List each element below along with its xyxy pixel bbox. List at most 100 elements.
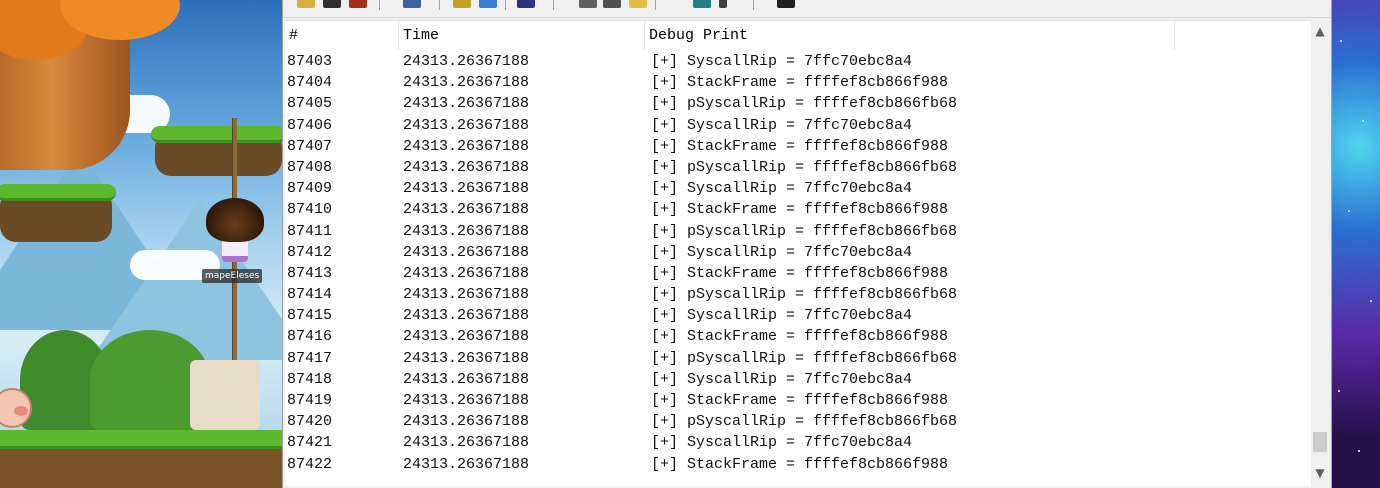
row-time: 24313.26367188 xyxy=(403,116,530,134)
scrollbar-thumb[interactable] xyxy=(1313,432,1327,452)
history-icon[interactable] xyxy=(693,0,711,8)
scroll-icon[interactable] xyxy=(719,0,727,8)
find-icon[interactable] xyxy=(403,0,421,8)
player-name-tag: mapeEleses xyxy=(202,269,263,283)
row-time: 24313.26367188 xyxy=(403,137,530,155)
row-debug-print: [+] pSyscallRip = ffffef8cb866fb68 xyxy=(651,222,958,240)
column-header-debug-print[interactable]: Debug Print xyxy=(645,21,1175,50)
star xyxy=(1340,40,1342,42)
column-header-number[interactable]: # xyxy=(285,21,399,50)
list-item[interactable]: 87418 24313.26367188 [+] SyscallRip = 7ffc… xyxy=(285,369,1311,390)
filter-icon[interactable] xyxy=(453,0,471,8)
row-debug-print: [+] StackFrame = ffffef8cb866f988 xyxy=(651,137,949,155)
toolbar-separator xyxy=(655,0,656,10)
debug-view-window: # Time Debug Print 87403 24313.26367188 [+… xyxy=(282,0,1332,488)
list-item[interactable]: 87415 24313.26367188 [+] SyscallRip = 7ffc… xyxy=(285,305,1311,326)
list-item[interactable]: 87416 24313.26367188 [+] StackFrame = ffff… xyxy=(285,326,1311,347)
star xyxy=(1362,120,1364,122)
game-window: mapeEleses xyxy=(0,0,282,488)
list-item[interactable]: 87419 24313.26367188 [+] StackFrame = ffff… xyxy=(285,390,1311,411)
row-number: 87405 xyxy=(287,95,333,113)
row-time: 24313.26367188 xyxy=(403,349,530,367)
star xyxy=(1338,390,1340,392)
debug-output-list[interactable]: # Time Debug Print 87403 24313.26367188 [+… xyxy=(285,20,1311,486)
row-number: 87407 xyxy=(287,137,333,155)
list-item[interactable]: 87412 24313.26367188 [+] SyscallRip = 7ffc… xyxy=(285,242,1311,263)
list-item[interactable]: 87406 24313.26367188 [+] SyscallRip = 7ffc… xyxy=(285,115,1311,136)
copy-icon[interactable] xyxy=(603,0,621,8)
edit-icon[interactable] xyxy=(579,0,597,8)
binoculars-icon[interactable] xyxy=(777,0,795,8)
list-item[interactable]: 87414 24313.26367188 [+] pSyscallRip = fff… xyxy=(285,284,1311,305)
list-item[interactable]: 87403 24313.26367188 [+] SyscallRip = 7ffc… xyxy=(285,51,1311,72)
row-time: 24313.26367188 xyxy=(403,243,530,261)
capture-icon[interactable] xyxy=(517,0,535,8)
row-debug-print: [+] SyscallRip = 7ffc70ebc8a4 xyxy=(651,53,913,70)
list-item[interactable]: 87407 24313.26367188 [+] StackFrame = ffff… xyxy=(285,136,1311,157)
highlight-icon[interactable] xyxy=(629,0,647,8)
floating-platform xyxy=(151,126,282,176)
star xyxy=(1348,210,1350,212)
list-item[interactable]: 87405 24313.26367188 [+] pSyscallRip = fff… xyxy=(285,93,1311,114)
list-item[interactable]: 87404 24313.26367188 [+] StackFrame = ffff… xyxy=(285,72,1311,93)
row-time: 24313.26367188 xyxy=(403,434,530,452)
row-debug-print: [+] pSyscallRip = ffffef8cb866fb68 xyxy=(651,286,958,304)
list-item[interactable]: 87421 24313.26367188 [+] SyscallRip = 7ffc… xyxy=(285,432,1311,453)
row-number: 87408 xyxy=(287,158,333,176)
row-number: 87412 xyxy=(287,243,333,261)
list-item[interactable]: 87422 24313.26367188 [+] StackFrame = ffff… xyxy=(285,454,1311,475)
row-time: 24313.26367188 xyxy=(403,307,530,325)
row-number: 87404 xyxy=(287,74,333,92)
save-as-icon[interactable] xyxy=(349,0,367,8)
star xyxy=(1358,450,1360,452)
toolbar-separator xyxy=(553,0,554,10)
list-item[interactable]: 87420 24313.26367188 [+] pSyscallRip = fff… xyxy=(285,411,1311,432)
column-header-time[interactable]: Time xyxy=(399,21,645,50)
vertical-scrollbar[interactable]: ▲ ▼ xyxy=(1311,20,1329,486)
row-time: 24313.26367188 xyxy=(403,264,530,282)
row-time: 24313.26367188 xyxy=(403,201,530,219)
row-number: 87411 xyxy=(287,222,333,240)
list-rows: 87403 24313.26367188 [+] SyscallRip = 7ffc… xyxy=(285,51,1311,475)
row-debug-print: [+] StackFrame = ffffef8cb866f988 xyxy=(651,392,949,409)
list-header: # Time Debug Print xyxy=(285,21,1175,50)
toolbar-separator xyxy=(379,0,380,10)
row-time: 24313.26367188 xyxy=(403,53,530,70)
row-time: 24313.26367188 xyxy=(403,286,530,304)
scroll-up-arrow-icon[interactable]: ▲ xyxy=(1311,22,1329,40)
list-item[interactable]: 87417 24313.26367188 [+] pSyscallRip = fff… xyxy=(285,348,1311,369)
star xyxy=(1370,300,1372,302)
row-number: 87417 xyxy=(287,349,333,367)
row-number: 87422 xyxy=(287,455,333,473)
row-debug-print: [+] pSyscallRip = ffffef8cb866fb68 xyxy=(651,413,958,431)
forward-icon[interactable] xyxy=(479,0,497,8)
ground xyxy=(0,430,282,488)
list-item[interactable]: 87410 24313.26367188 [+] StackFrame = ffff… xyxy=(285,199,1311,220)
list-item[interactable]: 87411 24313.26367188 [+] pSyscallRip = fff… xyxy=(285,221,1311,242)
row-time: 24313.26367188 xyxy=(403,158,530,176)
open-icon[interactable] xyxy=(297,0,315,8)
row-debug-print: [+] StackFrame = ffffef8cb866f988 xyxy=(651,328,949,346)
row-number: 87413 xyxy=(287,264,333,282)
row-debug-print: [+] SyscallRip = 7ffc70ebc8a4 xyxy=(651,116,913,134)
row-number: 87421 xyxy=(287,434,333,452)
row-debug-print: [+] StackFrame = ffffef8cb866f988 xyxy=(651,201,949,219)
row-number: 87410 xyxy=(287,201,333,219)
list-item[interactable]: 87408 24313.26367188 [+] pSyscallRip = fff… xyxy=(285,157,1311,178)
row-debug-print: [+] StackFrame = ffffef8cb866f988 xyxy=(651,264,949,282)
list-item[interactable]: 87409 24313.26367188 [+] SyscallRip = 7ffc… xyxy=(285,178,1311,199)
row-debug-print: [+] SyscallRip = 7ffc70ebc8a4 xyxy=(651,307,913,325)
row-time: 24313.26367188 xyxy=(403,328,530,346)
row-number: 87409 xyxy=(287,180,333,198)
row-number: 87403 xyxy=(287,53,333,70)
row-time: 24313.26367188 xyxy=(403,222,530,240)
desktop-wallpaper xyxy=(1330,0,1380,488)
list-item[interactable]: 87413 24313.26367188 [+] StackFrame = ffff… xyxy=(285,263,1311,284)
row-number: 87419 xyxy=(287,392,333,409)
row-debug-print: [+] SyscallRip = 7ffc70ebc8a4 xyxy=(651,370,913,388)
toolbar-separator xyxy=(439,0,440,10)
row-time: 24313.26367188 xyxy=(403,180,530,198)
scroll-down-arrow-icon[interactable]: ▼ xyxy=(1311,464,1329,482)
row-time: 24313.26367188 xyxy=(403,370,530,388)
save-icon[interactable] xyxy=(323,0,341,8)
